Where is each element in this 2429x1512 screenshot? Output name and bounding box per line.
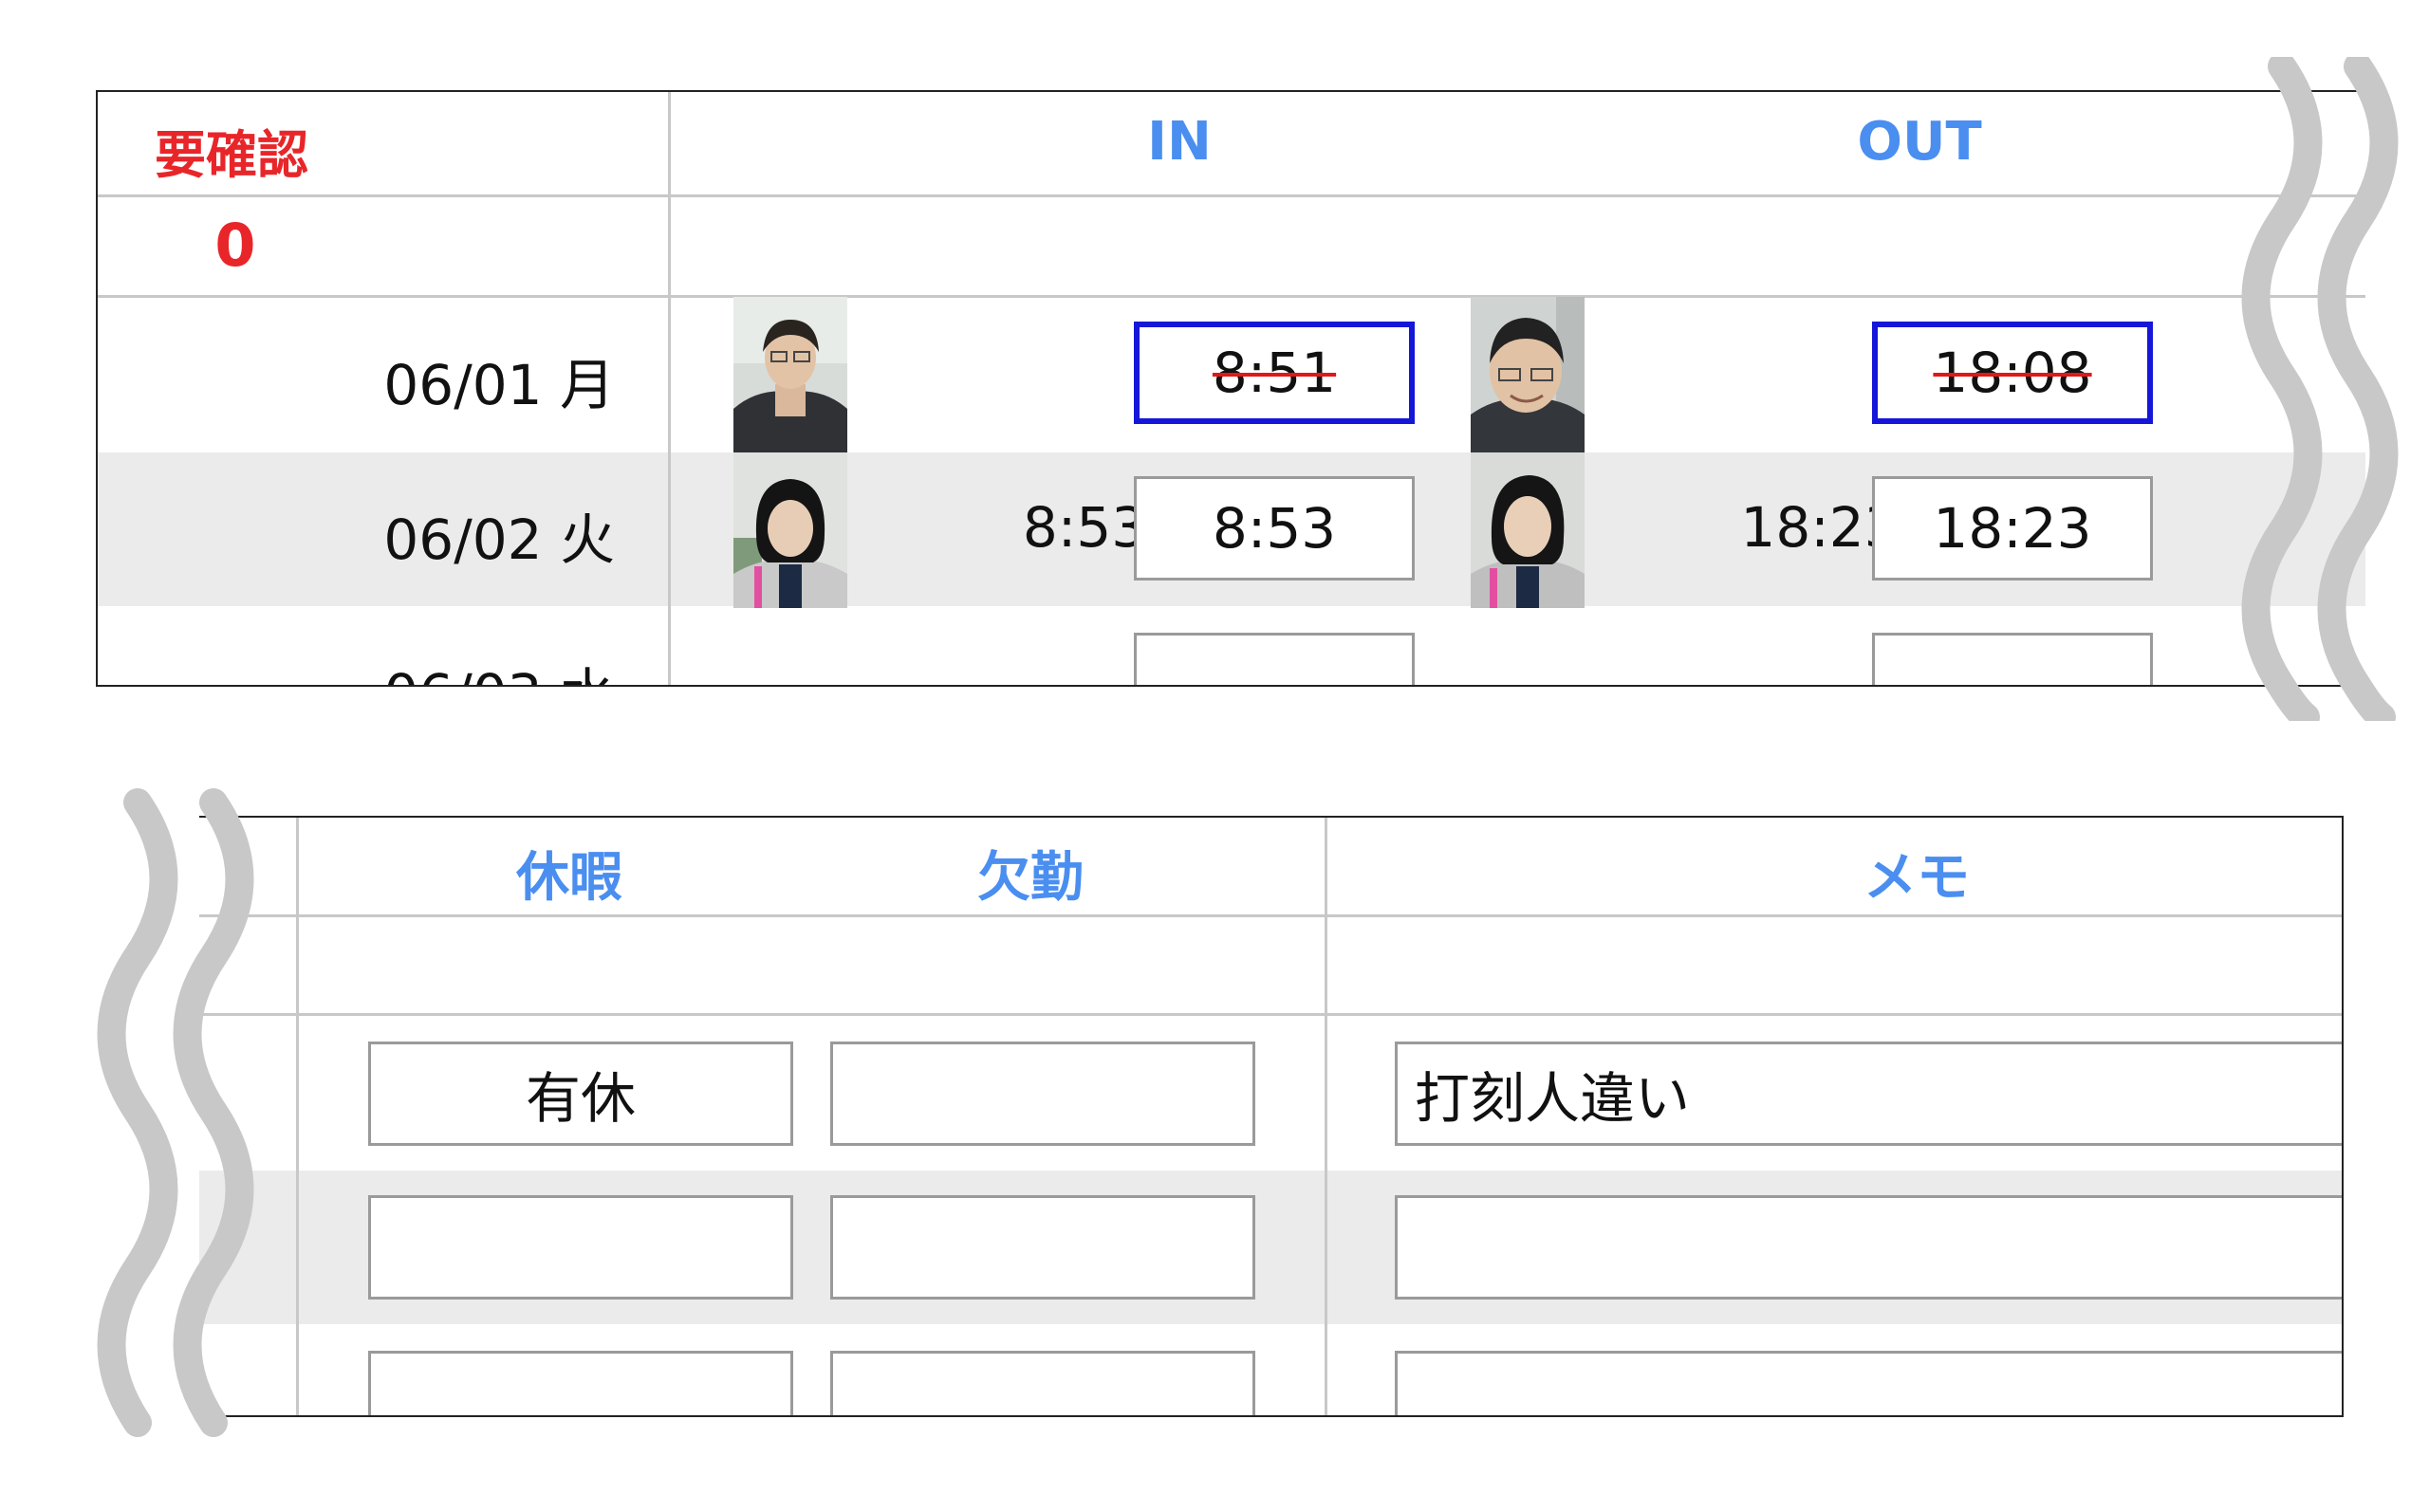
out-time-field-flagged[interactable]: 18:08 bbox=[1872, 322, 2153, 424]
memo-field[interactable] bbox=[1395, 1195, 2342, 1300]
memo-field[interactable] bbox=[1395, 1351, 2342, 1415]
absence-header: 欠勤 bbox=[977, 847, 1084, 909]
row-date: 06/03 水 bbox=[98, 650, 615, 685]
row-date: 06/02 火 bbox=[383, 507, 615, 572]
out-header: OUT bbox=[1857, 111, 1982, 173]
in-time-field[interactable]: 8:53 bbox=[1134, 476, 1415, 581]
memo-column-divider bbox=[1325, 818, 1327, 1415]
count-divider bbox=[98, 295, 2365, 298]
attendance-top-panel: 要確認 IN OUT 0 06/01 月 8:51 18:08 06/02 火 … bbox=[96, 90, 2365, 687]
needs-check-count[interactable]: 0 bbox=[183, 211, 287, 280]
in-time-field-flagged[interactable]: 8:51 bbox=[1134, 322, 1415, 424]
column-divider bbox=[668, 92, 671, 685]
leave-field[interactable]: 有休 bbox=[368, 1042, 793, 1146]
count-divider bbox=[199, 1013, 2342, 1016]
row-date: 06/01 月 bbox=[383, 353, 615, 417]
absence-field[interactable] bbox=[830, 1195, 1255, 1300]
memo-field[interactable]: 打刻人違い bbox=[1395, 1042, 2342, 1146]
out-time-field[interactable]: 18:23 bbox=[1872, 476, 2153, 581]
header-divider bbox=[98, 194, 2365, 197]
leave-field[interactable] bbox=[368, 1351, 793, 1415]
in-photo[interactable] bbox=[733, 452, 847, 608]
in-time-field[interactable] bbox=[1134, 633, 1415, 685]
absence-field[interactable] bbox=[830, 1042, 1255, 1146]
in-time-value: 8:51 bbox=[1212, 341, 1337, 405]
leave-header: 休暇 bbox=[516, 847, 622, 909]
wavy-break-icon bbox=[2241, 57, 2399, 721]
wavy-break-icon bbox=[97, 788, 254, 1437]
absence-field[interactable] bbox=[830, 1351, 1255, 1415]
in-photo[interactable] bbox=[733, 297, 847, 452]
header-divider bbox=[199, 914, 2342, 917]
needs-check-header: 要確認 bbox=[155, 125, 308, 185]
out-time-field[interactable] bbox=[1872, 633, 2153, 685]
in-header: IN bbox=[1147, 111, 1212, 173]
left-column-divider bbox=[296, 818, 299, 1415]
leave-field[interactable] bbox=[368, 1195, 793, 1300]
out-photo[interactable] bbox=[1471, 297, 1585, 452]
memo-header: メモ bbox=[1863, 847, 1970, 909]
attendance-bottom-panel: 休暇 欠勤 メモ 有休 打刻人違い bbox=[199, 816, 2344, 1417]
out-photo[interactable] bbox=[1471, 452, 1585, 608]
out-time-value: 18:08 bbox=[1933, 341, 2092, 405]
